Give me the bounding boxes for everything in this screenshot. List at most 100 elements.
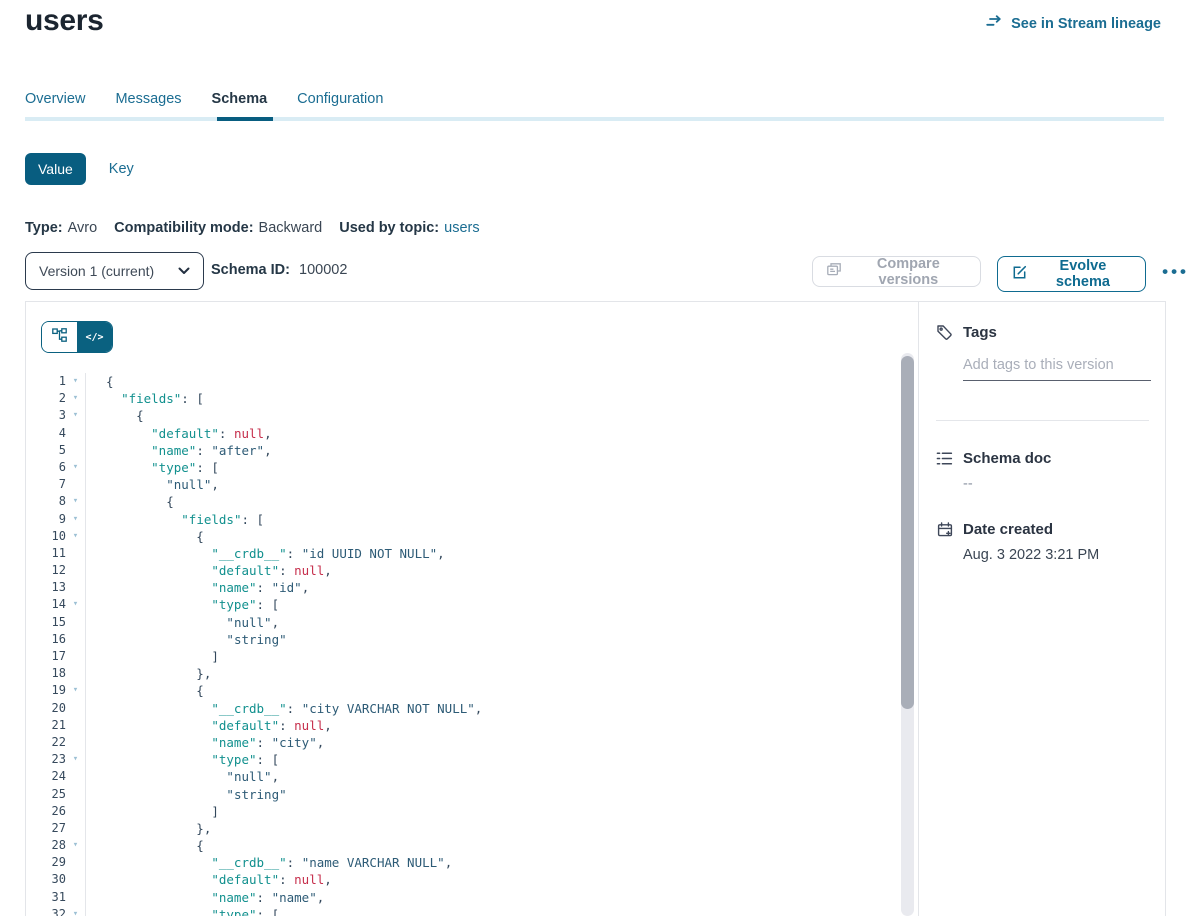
line-number: 27 (26, 820, 66, 837)
fold-toggle-icon[interactable]: ▾ (66, 390, 85, 407)
code-text: "type": [ (85, 596, 901, 613)
fold-spacer (66, 648, 85, 665)
fold-toggle-icon[interactable]: ▾ (66, 373, 85, 390)
code-line: 29 "__crdb__": "name VARCHAR NULL", (26, 854, 901, 871)
code-line: 24 "null", (26, 768, 901, 785)
code-line: 9▾ "fields": [ (26, 511, 901, 528)
tab-configuration[interactable]: Configuration (297, 91, 383, 119)
topic-link[interactable]: users (444, 220, 479, 236)
line-number: 30 (26, 871, 66, 888)
line-number: 18 (26, 665, 66, 682)
fold-toggle-icon[interactable]: ▾ (66, 751, 85, 768)
date-created-heading: Date created (963, 521, 1053, 538)
code-text: "string" (85, 631, 901, 648)
code-line: 20 "__crdb__": "city VARCHAR NOT NULL", (26, 700, 901, 717)
code-view-button[interactable]: </> (77, 322, 112, 352)
line-number: 17 (26, 648, 66, 665)
line-number: 1 (26, 373, 66, 390)
meta-used-by-topic: Used by topic: users (339, 220, 479, 236)
code-line: 1▾{ (26, 373, 901, 390)
code-text: { (85, 493, 901, 510)
code-line: 21 "default": null, (26, 717, 901, 734)
code-line: 16 "string" (26, 631, 901, 648)
tag-icon (936, 324, 953, 341)
date-created-value: Aug. 3 2022 3:21 PM (963, 547, 1149, 563)
fold-toggle-icon[interactable]: ▾ (66, 682, 85, 699)
line-number: 24 (26, 768, 66, 785)
tab-overview[interactable]: Overview (25, 91, 85, 119)
code-line: 5 "name": "after", (26, 442, 901, 459)
fold-toggle-icon[interactable]: ▾ (66, 493, 85, 510)
code-text: "default": null, (85, 425, 901, 442)
line-number: 31 (26, 889, 66, 906)
line-number: 29 (26, 854, 66, 871)
schema-meta-row: Type: Avro Compatibility mode: Backward … (25, 220, 480, 236)
fold-toggle-icon[interactable]: ▾ (66, 511, 85, 528)
tree-view-button[interactable] (42, 322, 77, 352)
meta-type: Type: Avro (25, 220, 97, 236)
code-line: 6▾ "type": [ (26, 459, 901, 476)
code-line: 7 "null", (26, 476, 901, 493)
fold-spacer (66, 854, 85, 871)
fold-toggle-icon[interactable]: ▾ (66, 459, 85, 476)
line-number: 28 (26, 837, 66, 854)
fold-toggle-icon[interactable]: ▾ (66, 596, 85, 613)
line-number: 2 (26, 390, 66, 407)
code-scrollbar-thumb[interactable] (901, 356, 914, 709)
compare-versions-button[interactable]: Compare versions (812, 256, 981, 287)
code-text: ] (85, 803, 901, 820)
line-number: 20 (26, 700, 66, 717)
fold-spacer (66, 665, 85, 682)
stream-lineage-link[interactable]: See in Stream lineage (986, 15, 1161, 33)
tab-active-indicator (217, 117, 273, 121)
code-text: "default": null, (85, 871, 901, 888)
code-line: 26 ] (26, 803, 901, 820)
code-line: 18 }, (26, 665, 901, 682)
code-line: 10▾ { (26, 528, 901, 545)
more-options-button[interactable]: ••• (1162, 256, 1189, 287)
line-number: 4 (26, 425, 66, 442)
fold-spacer (66, 768, 85, 785)
fold-spacer (66, 425, 85, 442)
code-line: 28▾ { (26, 837, 901, 854)
code-text: "type": [ (85, 459, 901, 476)
fold-spacer (66, 700, 85, 717)
key-tab-link[interactable]: Key (109, 161, 134, 177)
value-tab-button[interactable]: Value (25, 153, 86, 185)
code-line: 32▾ "type": [ (26, 906, 901, 916)
evolve-schema-button[interactable]: Evolve schema (997, 256, 1146, 292)
fold-spacer (66, 545, 85, 562)
code-line: 14▾ "type": [ (26, 596, 901, 613)
fold-toggle-icon[interactable]: ▾ (66, 407, 85, 424)
view-mode-toggle: </> (41, 321, 113, 353)
code-viewer: </> 1▾{2▾ "fields": [3▾ {4 "default": nu… (26, 302, 918, 916)
schema-doc-value: -- (963, 476, 1149, 492)
evolve-schema-label: Evolve schema (1035, 258, 1131, 290)
fold-toggle-icon[interactable]: ▾ (66, 906, 85, 916)
tab-schema[interactable]: Schema (212, 91, 268, 119)
tab-messages[interactable]: Messages (115, 91, 181, 119)
code-text: "name": "after", (85, 442, 901, 459)
type-label: Type: (25, 220, 63, 236)
code-text: "name": "name", (85, 889, 901, 906)
add-tags-input[interactable] (963, 357, 1151, 381)
line-number: 26 (26, 803, 66, 820)
fold-spacer (66, 476, 85, 493)
code-lines: 1▾{2▾ "fields": [3▾ {4 "default": null,5… (26, 373, 901, 916)
fold-spacer (66, 734, 85, 751)
fold-toggle-icon[interactable]: ▾ (66, 528, 85, 545)
code-view-icon: </> (85, 332, 103, 343)
line-number: 11 (26, 545, 66, 562)
evolve-schema-icon (1012, 265, 1027, 284)
code-text: "type": [ (85, 751, 901, 768)
version-select[interactable]: Version 1 (current) (25, 252, 204, 290)
code-text: { (85, 407, 901, 424)
schema-id: Schema ID: 100002 (211, 262, 347, 278)
fold-spacer (66, 717, 85, 734)
schema-actions: Compare versions Evolve schema ••• (812, 256, 1189, 292)
compare-versions-label: Compare versions (850, 256, 967, 288)
fold-toggle-icon[interactable]: ▾ (66, 837, 85, 854)
code-text: "null", (85, 768, 901, 785)
fold-spacer (66, 562, 85, 579)
code-text: "name": "id", (85, 579, 901, 596)
